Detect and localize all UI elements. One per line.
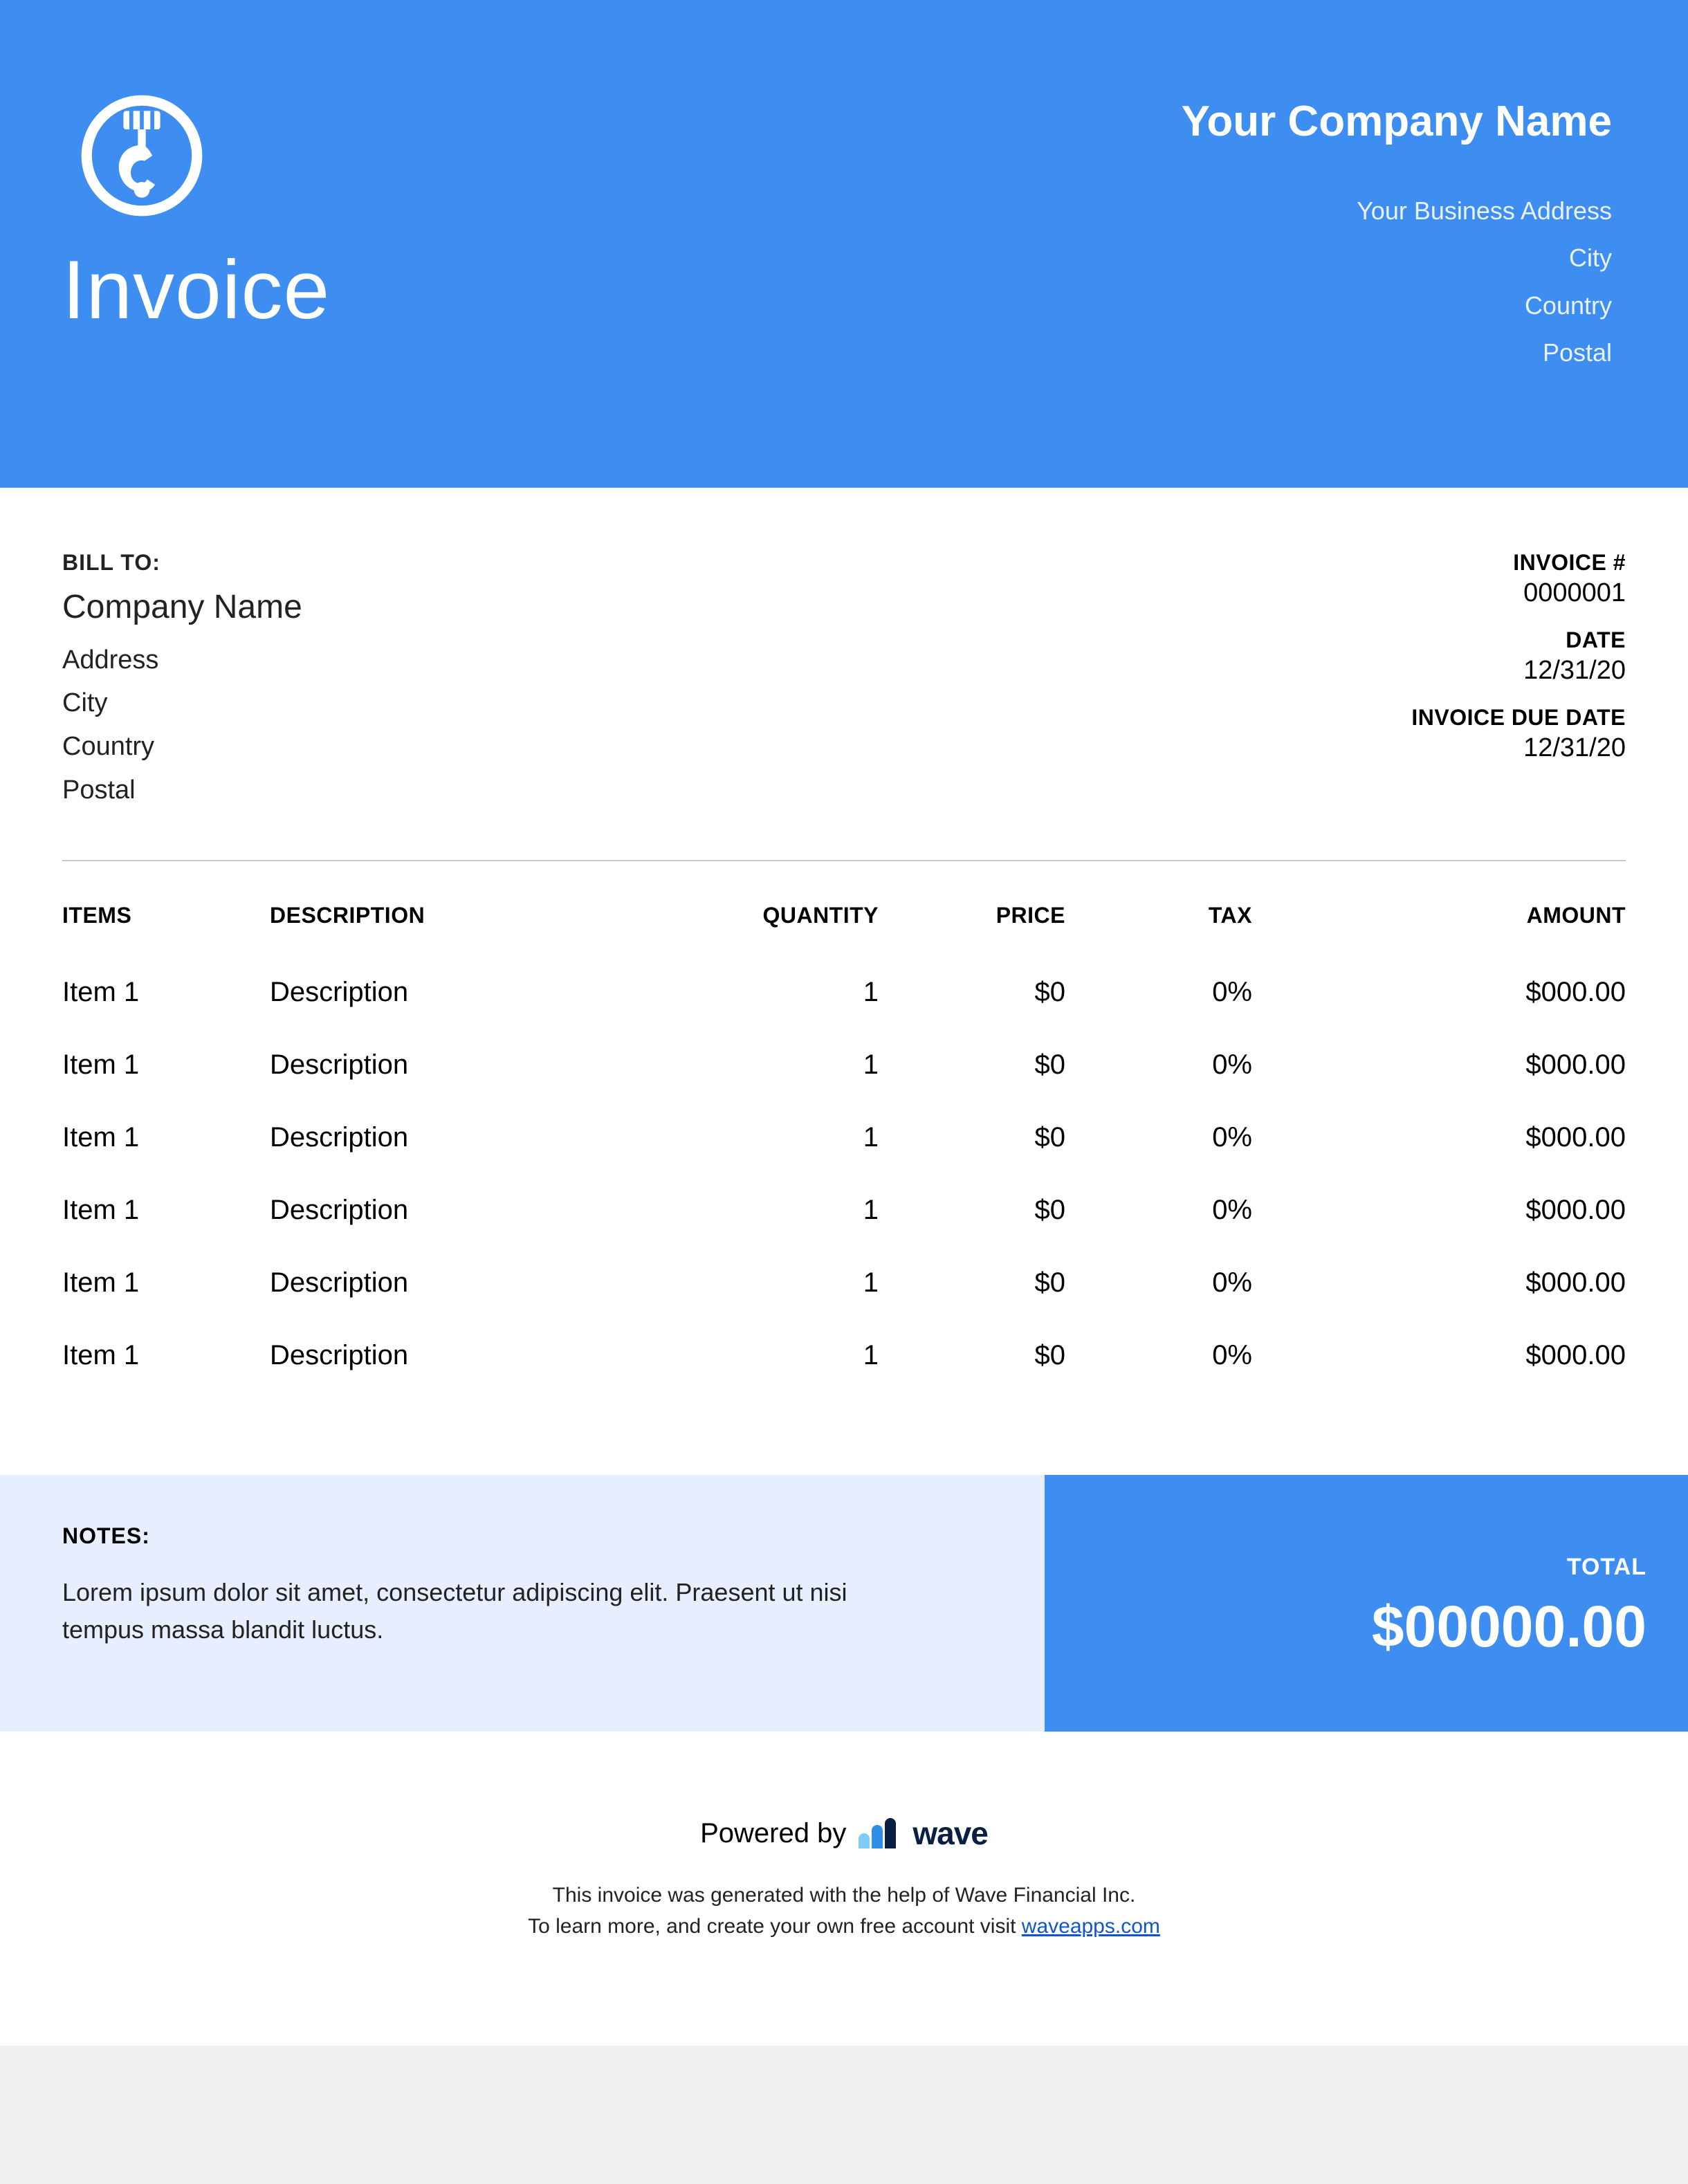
cell-amount: $000.00 xyxy=(1252,1122,1626,1153)
cell-amount: $000.00 xyxy=(1252,1267,1626,1299)
cell-quantity: 1 xyxy=(657,1122,879,1153)
total-value: $00000.00 xyxy=(1086,1593,1646,1660)
bill-to-company: Company Name xyxy=(62,588,302,626)
footer-line-1: This invoice was generated with the help… xyxy=(0,1880,1688,1911)
table-row: Item 1Description1$00%$000.00 xyxy=(62,1174,1626,1247)
invoice-number: 0000001 xyxy=(1411,578,1626,608)
invoice-numbers: INVOICE # 0000001 DATE 12/31/20 INVOICE … xyxy=(1411,550,1626,812)
cell-description: Description xyxy=(270,1049,657,1081)
invoice-bottom: NOTES: Lorem ipsum dolor sit amet, conse… xyxy=(0,1475,1688,1732)
bill-to-country: Country xyxy=(62,725,302,769)
cell-quantity: 1 xyxy=(657,1049,879,1081)
bill-to-city: City xyxy=(62,681,302,725)
cell-tax: 0% xyxy=(1065,1267,1252,1299)
cell-description: Description xyxy=(270,977,657,1008)
total-label: TOTAL xyxy=(1086,1554,1646,1581)
cell-price: $0 xyxy=(879,1340,1065,1371)
header-left: Invoice xyxy=(62,90,330,338)
table-body: Item 1Description1$00%$000.00Item 1Descr… xyxy=(62,956,1626,1392)
cell-quantity: 1 xyxy=(657,977,879,1008)
powered-by-text: Powered by xyxy=(700,1818,846,1849)
invoice-date: 12/31/20 xyxy=(1411,656,1626,686)
table-row: Item 1Description1$00%$000.00 xyxy=(62,1247,1626,1319)
footer-line-2-pre: To learn more, and create your own free … xyxy=(528,1915,1022,1938)
bill-to-postal: Postal xyxy=(62,769,302,812)
cell-tax: 0% xyxy=(1065,1122,1252,1153)
invoice-date-label: DATE xyxy=(1411,627,1626,653)
cell-price: $0 xyxy=(879,1267,1065,1299)
invoice-page: Invoice Your Company Name Your Business … xyxy=(0,0,1688,2046)
cell-tax: 0% xyxy=(1065,1340,1252,1371)
invoice-number-label: INVOICE # xyxy=(1411,550,1626,576)
table-row: Item 1Description1$00%$000.00 xyxy=(62,1101,1626,1174)
header-right: Your Company Name Your Business Address … xyxy=(1182,90,1626,377)
cell-price: $0 xyxy=(879,1122,1065,1153)
footer-text: This invoice was generated with the help… xyxy=(0,1880,1688,1942)
notes-block: NOTES: Lorem ipsum dolor sit amet, conse… xyxy=(0,1475,1045,1732)
cell-tax: 0% xyxy=(1065,977,1252,1008)
invoice-due-date: 12/31/20 xyxy=(1411,733,1626,763)
invoice-header: Invoice Your Company Name Your Business … xyxy=(0,0,1688,488)
col-price: PRICE xyxy=(879,903,1065,928)
cell-item: Item 1 xyxy=(62,1122,270,1153)
company-name: Your Company Name xyxy=(1182,97,1612,146)
cell-description: Description xyxy=(270,1340,657,1371)
cell-tax: 0% xyxy=(1065,1049,1252,1081)
col-description: DESCRIPTION xyxy=(270,903,657,928)
bill-to-label: BILL TO: xyxy=(62,550,302,576)
powered-by: Powered by wave xyxy=(700,1815,988,1852)
invoice-footer: Powered by wave This invoice was generat… xyxy=(0,1732,1688,2046)
bill-to-block: BILL TO: Company Name Address City Count… xyxy=(62,550,302,812)
col-quantity: QUANTITY xyxy=(657,903,879,928)
cell-quantity: 1 xyxy=(657,1340,879,1371)
invoice-due-label: INVOICE DUE DATE xyxy=(1411,705,1626,731)
table-row: Item 1Description1$00%$000.00 xyxy=(62,1029,1626,1101)
cell-quantity: 1 xyxy=(657,1267,879,1299)
invoice-meta: BILL TO: Company Name Address City Count… xyxy=(0,488,1688,840)
company-postal: Postal xyxy=(1182,329,1612,376)
line-items-table: ITEMS DESCRIPTION QUANTITY PRICE TAX AMO… xyxy=(0,861,1688,1392)
table-row: Item 1Description1$00%$000.00 xyxy=(62,1319,1626,1392)
cell-item: Item 1 xyxy=(62,1267,270,1299)
total-block: TOTAL $00000.00 xyxy=(1045,1475,1688,1732)
cell-amount: $000.00 xyxy=(1252,977,1626,1008)
cell-item: Item 1 xyxy=(62,977,270,1008)
wave-wordmark: wave xyxy=(912,1815,988,1852)
footer-line-2: To learn more, and create your own free … xyxy=(0,1911,1688,1942)
cell-amount: $000.00 xyxy=(1252,1195,1626,1226)
cell-description: Description xyxy=(270,1122,657,1153)
footer-link[interactable]: waveapps.com xyxy=(1022,1915,1160,1938)
company-address: Your Business Address xyxy=(1182,187,1612,235)
notes-label: NOTES: xyxy=(62,1523,982,1549)
table-row: Item 1Description1$00%$000.00 xyxy=(62,956,1626,1029)
cell-amount: $000.00 xyxy=(1252,1340,1626,1371)
document-title: Invoice xyxy=(62,242,330,338)
cell-item: Item 1 xyxy=(62,1340,270,1371)
company-country: Country xyxy=(1182,282,1612,329)
cell-price: $0 xyxy=(879,977,1065,1008)
cell-description: Description xyxy=(270,1195,657,1226)
bill-to-address: Address xyxy=(62,639,302,682)
cell-amount: $000.00 xyxy=(1252,1049,1626,1081)
wave-logo-icon xyxy=(859,1818,900,1848)
col-tax: TAX xyxy=(1065,903,1252,928)
cell-item: Item 1 xyxy=(62,1049,270,1081)
hook-icon xyxy=(76,90,208,221)
table-header: ITEMS DESCRIPTION QUANTITY PRICE TAX AMO… xyxy=(62,896,1626,956)
col-amount: AMOUNT xyxy=(1252,903,1626,928)
col-items: ITEMS xyxy=(62,903,270,928)
cell-tax: 0% xyxy=(1065,1195,1252,1226)
cell-price: $0 xyxy=(879,1195,1065,1226)
notes-text: Lorem ipsum dolor sit amet, consectetur … xyxy=(62,1574,892,1649)
cell-quantity: 1 xyxy=(657,1195,879,1226)
cell-price: $0 xyxy=(879,1049,1065,1081)
cell-item: Item 1 xyxy=(62,1195,270,1226)
cell-description: Description xyxy=(270,1267,657,1299)
company-city: City xyxy=(1182,235,1612,282)
